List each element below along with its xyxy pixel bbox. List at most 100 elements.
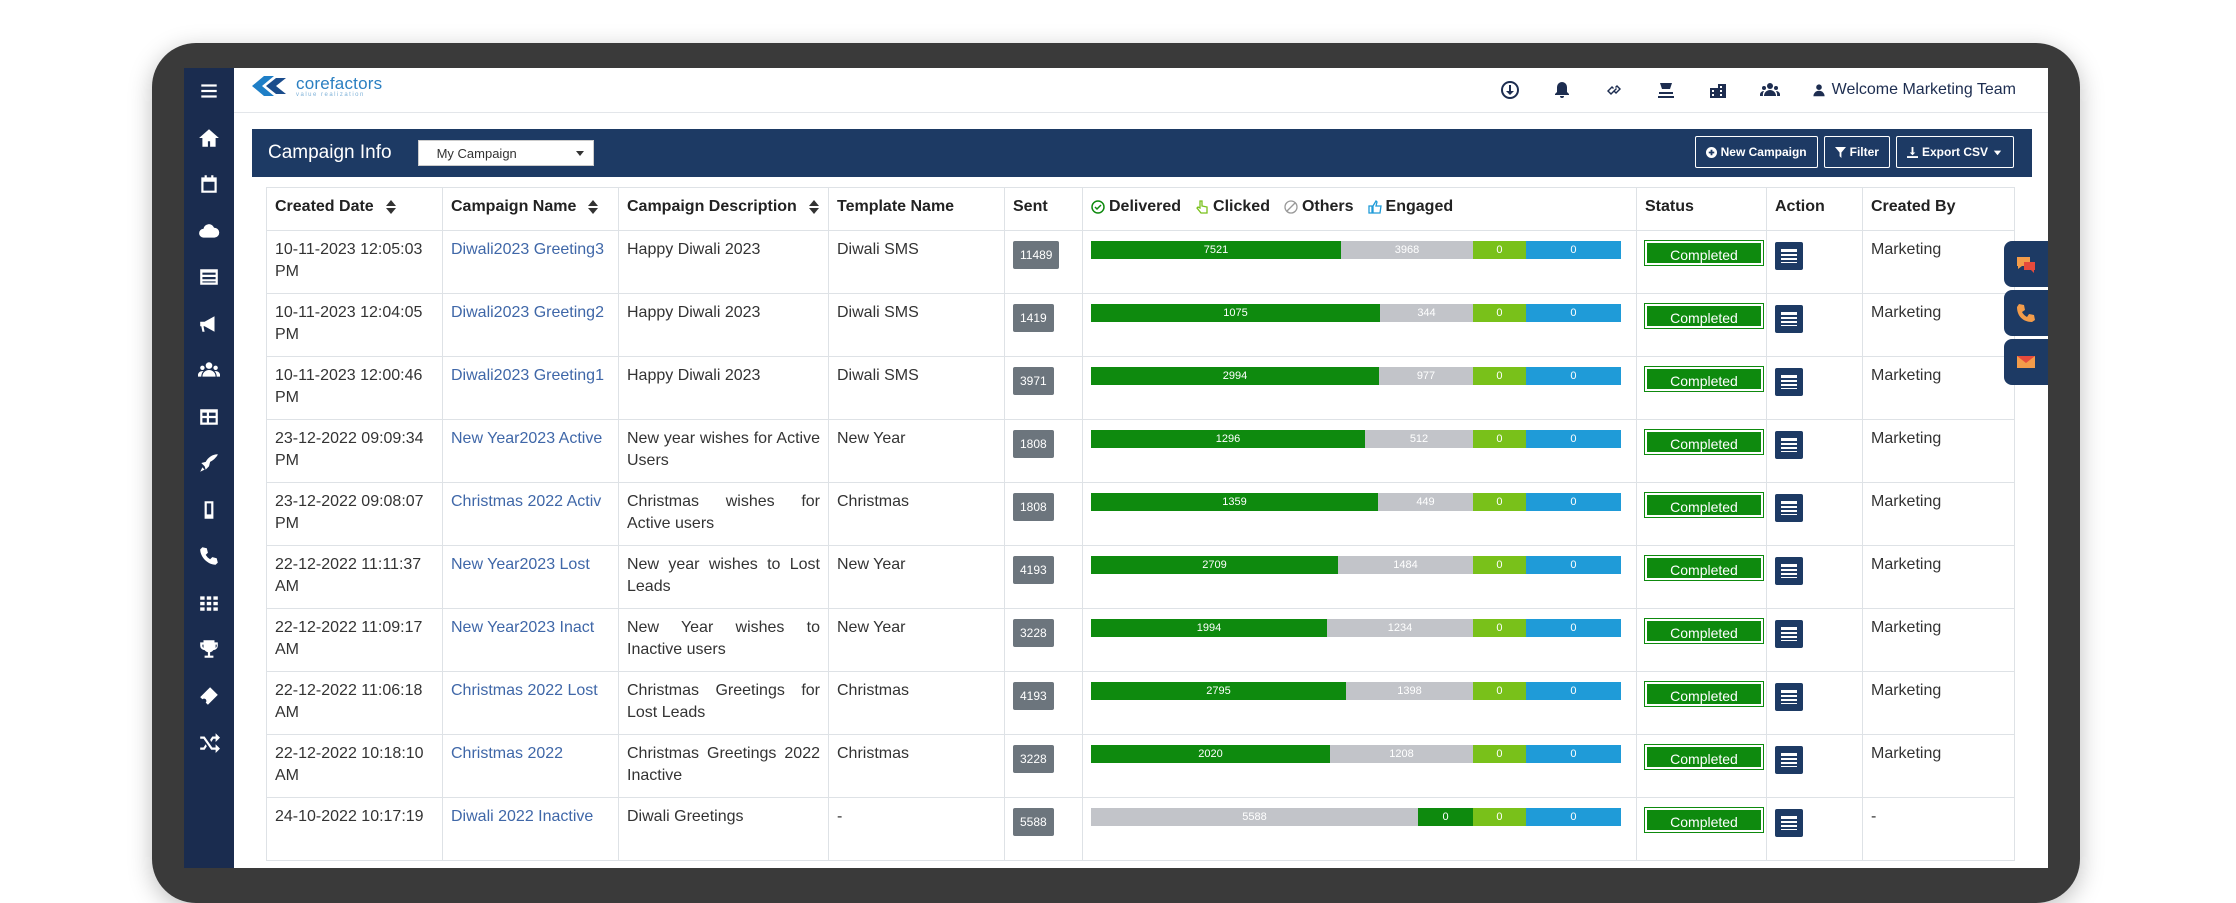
clicked-segment: 0 xyxy=(1473,808,1526,826)
sent-cell: 4193 xyxy=(1004,671,1083,735)
sent-badge: 11489 xyxy=(1013,241,1060,269)
download-icon[interactable] xyxy=(1500,80,1520,100)
created-date-cell: 23-12-2022 09:08:07 PM xyxy=(266,482,443,546)
email-widget-button[interactable] xyxy=(2004,339,2048,385)
table-icon[interactable] xyxy=(184,394,234,441)
export-csv-button[interactable]: Export CSV xyxy=(1895,136,2014,168)
metrics-cell: 2020 1208 0 0 xyxy=(1082,734,1637,798)
chat-widget-button[interactable] xyxy=(2004,241,2048,287)
view-report-button[interactable] xyxy=(1775,305,1803,333)
users-icon[interactable] xyxy=(184,347,234,394)
app-window: corefactors value realization Welcome Ma… xyxy=(184,68,2048,868)
new-campaign-button[interactable]: New Campaign xyxy=(1694,136,1818,168)
megaphone-icon[interactable] xyxy=(184,301,234,348)
welcome-user[interactable]: Welcome Marketing Team xyxy=(1812,81,2016,99)
created-date-cell: 24-10-2022 10:17:19 xyxy=(266,797,443,861)
mobile-icon[interactable] xyxy=(184,487,234,534)
status-badge: Completed xyxy=(1644,681,1764,707)
campaign-select-value: My Campaign xyxy=(436,145,517,161)
ticket-icon[interactable] xyxy=(184,673,234,720)
campaign-name-link[interactable]: Diwali2023 Greeting1 xyxy=(442,356,619,420)
others-segment: 1398 xyxy=(1346,682,1473,700)
ban-icon xyxy=(1284,200,1298,214)
bell-icon[interactable] xyxy=(1552,80,1572,100)
status-cell: Completed xyxy=(1636,293,1767,357)
campaign-select[interactable]: My Campaign xyxy=(417,140,594,166)
campaign-name-link[interactable]: Diwali 2022 Inactive xyxy=(442,797,619,861)
action-cell xyxy=(1766,293,1863,357)
campaign-description-cell: New year wishes to Lost Leads xyxy=(618,545,829,609)
building-icon[interactable] xyxy=(1708,80,1728,100)
view-report-button[interactable] xyxy=(1775,557,1803,585)
sort-icon[interactable] xyxy=(385,199,396,214)
view-report-button[interactable] xyxy=(1775,494,1803,522)
sent-badge: 1808 xyxy=(1013,493,1054,521)
col-created-date[interactable]: Created Date xyxy=(266,187,443,231)
view-report-button[interactable] xyxy=(1775,620,1803,648)
link-icon[interactable] xyxy=(1604,80,1624,100)
campaign-name-link[interactable]: Christmas 2022 Lost xyxy=(442,671,619,735)
team-icon[interactable] xyxy=(1759,80,1780,100)
campaign-name-link[interactable]: New Year2023 Inact xyxy=(442,608,619,672)
status-cell: Completed xyxy=(1636,608,1767,672)
created-by-cell: Marketing xyxy=(1862,608,2015,672)
menu-icon[interactable] xyxy=(184,68,234,115)
list-icon[interactable] xyxy=(184,254,234,301)
trophy-icon[interactable] xyxy=(184,626,234,673)
call-widget-button[interactable] xyxy=(2004,290,2048,336)
campaign-name-link[interactable]: Christmas 2022 Activ xyxy=(442,482,619,546)
created-date-cell: 10-11-2023 12:00:46 PM xyxy=(266,356,443,420)
others-segment: 344 xyxy=(1380,304,1473,322)
col-created-by: Created By xyxy=(1862,187,2015,231)
rocket-icon[interactable] xyxy=(184,440,234,487)
sent-cell: 3228 xyxy=(1004,734,1083,798)
col-campaign-description[interactable]: Campaign Description xyxy=(618,187,829,231)
view-report-button[interactable] xyxy=(1775,431,1803,459)
clicked-segment: 0 xyxy=(1473,682,1526,700)
phone-icon[interactable] xyxy=(184,533,234,580)
filter-label: Filter xyxy=(1849,145,1879,159)
agent-icon[interactable] xyxy=(1656,80,1676,100)
sort-icon[interactable] xyxy=(588,199,599,214)
shuffle-icon[interactable] xyxy=(184,719,234,766)
sent-badge: 3228 xyxy=(1013,619,1054,647)
action-cell xyxy=(1766,230,1863,294)
home-icon[interactable] xyxy=(184,115,234,162)
sent-badge: 1808 xyxy=(1013,430,1054,458)
delivered-segment: 0 xyxy=(1418,808,1473,826)
campaign-table: Created Date Campaign Name Campaign Desc… xyxy=(266,187,2015,861)
engaged-segment: 0 xyxy=(1525,430,1621,448)
filter-button[interactable]: Filter xyxy=(1823,136,1890,168)
campaign-name-link[interactable]: New Year2023 Lost xyxy=(442,545,619,609)
view-report-button[interactable] xyxy=(1775,809,1803,837)
calendar-icon[interactable] xyxy=(184,161,234,208)
logo[interactable]: corefactors value realization xyxy=(250,74,382,98)
delivered-segment: 1296 xyxy=(1091,430,1365,448)
grid-icon[interactable] xyxy=(184,580,234,627)
created-date-cell: 23-12-2022 09:09:34 PM xyxy=(266,419,443,483)
view-report-button[interactable] xyxy=(1775,368,1803,396)
view-report-button[interactable] xyxy=(1775,242,1803,270)
campaign-name-link[interactable]: Christmas 2022 xyxy=(442,734,619,798)
export-csv-label: Export CSV xyxy=(1921,145,1988,159)
campaign-name-link[interactable]: Diwali2023 Greeting2 xyxy=(442,293,619,357)
metrics-cell: 1994 1234 0 0 xyxy=(1082,608,1637,672)
created-by-cell: Marketing xyxy=(1862,419,2015,483)
status-badge: Completed xyxy=(1644,492,1764,518)
campaign-name-link[interactable]: Diwali2023 Greeting3 xyxy=(442,230,619,294)
col-template-name: Template Name xyxy=(828,187,1005,231)
legend-delivered: Delivered xyxy=(1091,198,1181,216)
campaign-description-cell: Happy Diwali 2023 xyxy=(618,230,829,294)
chevron-down-icon xyxy=(575,151,584,156)
col-campaign-name[interactable]: Campaign Name xyxy=(442,187,619,231)
view-report-button[interactable] xyxy=(1775,746,1803,774)
chat-icon xyxy=(2017,257,2035,273)
campaign-name-link[interactable]: New Year2023 Active xyxy=(442,419,619,483)
view-report-button[interactable] xyxy=(1775,683,1803,711)
created-by-cell: Marketing xyxy=(1862,545,2015,609)
metrics-bar: 2795 1398 0 0 xyxy=(1091,682,1621,700)
sort-icon[interactable] xyxy=(808,199,819,214)
status-badge: Completed xyxy=(1644,555,1764,581)
sent-cell: 1419 xyxy=(1004,293,1083,357)
cloud-icon[interactable] xyxy=(184,208,234,255)
